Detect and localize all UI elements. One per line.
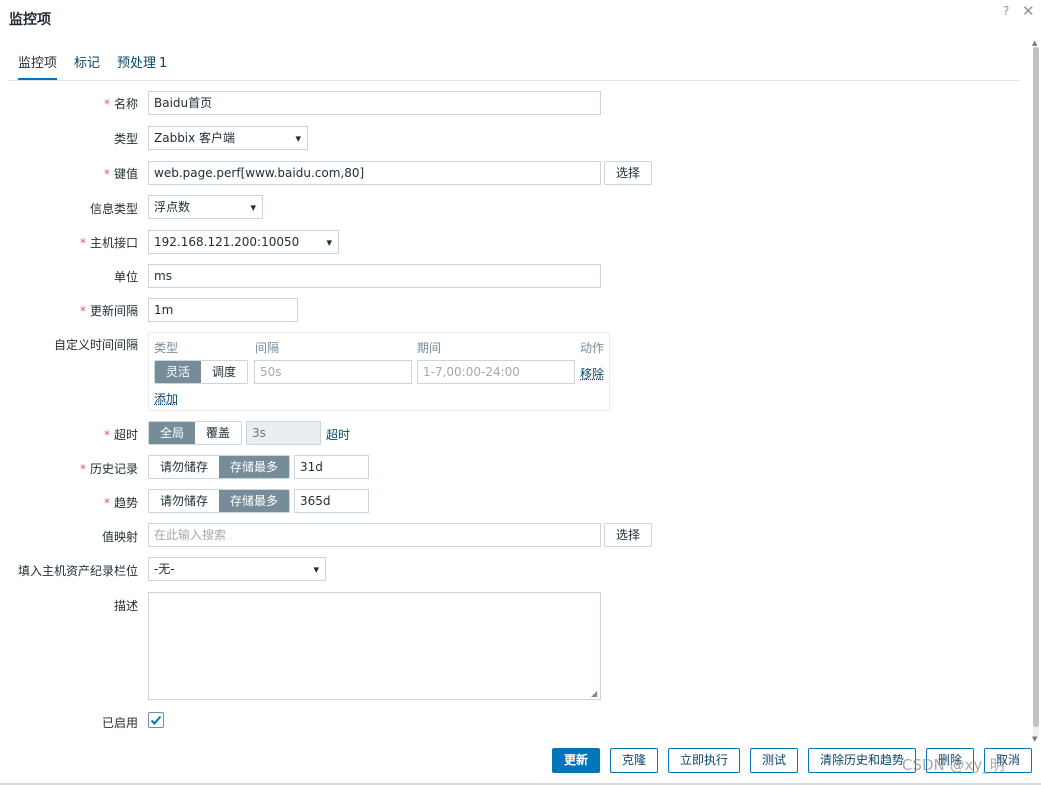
watermark: CSDN @xy_明 [902, 756, 1005, 774]
host-interface-select[interactable]: 192.168.121.200:10050 ▾ [148, 230, 339, 254]
update-interval-input[interactable]: 1m [148, 298, 298, 322]
timeout-toggle: 全局 覆盖 [148, 421, 243, 445]
history-label: 历史记录 [80, 460, 138, 477]
type-select-value: Zabbix 客户端 [154, 131, 236, 145]
history-toggle: 请勿储存 存储最多 [148, 455, 291, 479]
timeout-override[interactable]: 覆盖 [195, 422, 242, 444]
interval-header-action: 动作 [580, 341, 605, 355]
close-icon[interactable]: ✕ [1022, 2, 1035, 20]
interval-header-period: 期间 [417, 341, 442, 355]
chevron-down-icon: ▾ [326, 236, 332, 249]
help-icon[interactable]: ? [1003, 4, 1009, 18]
interval-type-scheduling[interactable]: 调度 [201, 361, 248, 383]
tab-tags-label: 标记 [74, 56, 101, 71]
info-type-label: 信息类型 [89, 202, 138, 216]
units-label: 单位 [113, 270, 138, 284]
name-label: 名称 [104, 95, 138, 112]
interval-header-type: 类型 [154, 341, 179, 355]
tab-tags[interactable]: 标记 [74, 48, 100, 80]
tab-bar: 监控项 标记 预处理 1 [8, 48, 1020, 81]
inventory-field-select[interactable]: -无- ▾ [148, 557, 326, 581]
timeout-global[interactable]: 全局 [149, 422, 196, 444]
description-label: 描述 [113, 599, 138, 613]
vertical-scrollbar[interactable]: ▲ ▼ [1031, 39, 1041, 743]
enabled-checkbox[interactable] [148, 712, 164, 728]
add-interval-link[interactable]: 添加 [154, 390, 178, 407]
inventory-field-label: 填入主机资产纪录栏位 [17, 564, 138, 578]
value-mapping-input[interactable]: 在此输入搜索 [148, 523, 601, 547]
test-button[interactable]: 测试 [750, 748, 798, 773]
update-button[interactable]: 更新 [552, 748, 600, 773]
type-select[interactable]: Zabbix 客户端 ▾ [148, 126, 308, 150]
interval-input[interactable]: 50s [254, 360, 412, 384]
info-type-select-value: 浮点数 [154, 200, 191, 214]
history-no-store[interactable]: 请勿储存 [149, 456, 220, 478]
timeout-input[interactable]: 3s [246, 421, 321, 445]
trends-label: 趋势 [104, 494, 138, 511]
info-type-select[interactable]: 浮点数 ▾ [148, 195, 263, 219]
clone-button[interactable]: 克隆 [610, 748, 658, 773]
name-input[interactable]: Baidu首页 [148, 91, 601, 115]
checkmark-icon [150, 715, 162, 725]
chevron-down-icon: ▾ [250, 201, 256, 214]
interval-type-toggle: 灵活 调度 [154, 360, 249, 384]
description-textarea[interactable]: ◢ [148, 592, 601, 700]
chevron-down-icon: ▾ [313, 563, 319, 576]
period-input[interactable]: 1-7,00:00-24:00 [417, 360, 575, 384]
inventory-field-select-value: -无- [154, 562, 175, 576]
enabled-label: 已启用 [101, 716, 138, 730]
history-store-up-to[interactable]: 存储最多 [219, 456, 290, 478]
host-interface-select-value: 192.168.121.200:10050 [154, 235, 300, 249]
execute-now-button[interactable]: 立即执行 [668, 748, 740, 773]
scroll-down-icon[interactable]: ▼ [1032, 735, 1037, 743]
interval-type-flexible[interactable]: 灵活 [155, 361, 202, 383]
trends-toggle: 请勿储存 存储最多 [148, 489, 291, 513]
tab-item-label: 监控项 [18, 56, 58, 71]
tab-preprocessing-label: 预处理 [117, 56, 157, 71]
remove-interval-link[interactable]: 移除 [580, 365, 604, 382]
custom-intervals-table: 类型 间隔 期间 动作 灵活 调度 50s 1-7,00:00-24:00 移除… [148, 332, 610, 411]
trends-store-up-to[interactable]: 存储最多 [219, 490, 290, 512]
scroll-up-icon[interactable]: ▲ [1032, 39, 1037, 47]
trends-no-store[interactable]: 请勿储存 [149, 490, 220, 512]
type-label: 类型 [113, 132, 138, 146]
timeout-link[interactable]: 超时 [326, 426, 350, 443]
trends-input[interactable]: 365d [294, 489, 369, 513]
key-label: 键值 [104, 165, 138, 182]
value-mapping-select-button[interactable]: 选择 [604, 523, 652, 547]
units-input[interactable]: ms [148, 264, 601, 288]
dialog-title: 监控项 [9, 12, 51, 28]
scrollbar-thumb[interactable] [1033, 47, 1039, 727]
tab-preprocessing-badge: 1 [159, 56, 168, 71]
resize-grip-icon[interactable]: ◢ [591, 690, 599, 698]
key-select-button[interactable]: 选择 [604, 161, 652, 185]
host-interface-label: 主机接口 [80, 234, 138, 251]
history-input[interactable]: 31d [294, 455, 369, 479]
tab-preprocessing[interactable]: 预处理 1 [117, 48, 167, 80]
timeout-label: 超时 [104, 426, 138, 443]
key-input[interactable]: web.page.perf[www.baidu.com,80] [148, 161, 601, 185]
custom-intervals-label: 自定义时间间隔 [53, 338, 138, 352]
interval-header-interval: 间隔 [255, 341, 280, 355]
chevron-down-icon: ▾ [295, 132, 301, 145]
clear-history-button[interactable]: 清除历史和趋势 [808, 748, 916, 773]
value-mapping-label: 值映射 [101, 530, 138, 544]
update-interval-label: 更新间隔 [80, 302, 138, 319]
tab-item[interactable]: 监控项 [18, 48, 58, 80]
